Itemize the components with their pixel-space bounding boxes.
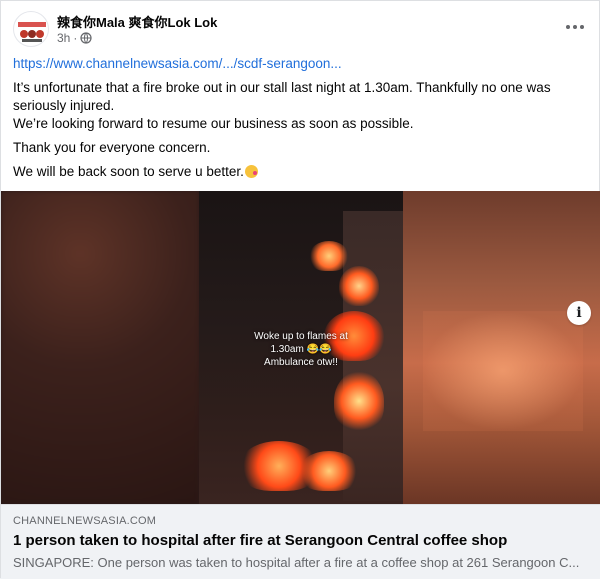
fire-glow: [299, 451, 359, 491]
post-media[interactable]: Woke up to flames at 1.30am 😂😂 Ambulance…: [1, 191, 600, 504]
post-card: 辣食你Mala 爽食你Lok Lok 3h · https://www.chan…: [0, 0, 600, 579]
post-header: 辣食你Mala 爽食你Lok Lok 3h ·: [13, 11, 587, 47]
video-frame[interactable]: Woke up to flames at 1.30am 😂😂 Ambulance…: [199, 191, 403, 504]
more-options-button[interactable]: [563, 17, 587, 37]
link-domain: CHANNELNEWSASIA.COM: [13, 515, 157, 527]
link-summary: SINGAPORE: One person was taken to hospi…: [13, 555, 580, 570]
fire-glow: [334, 371, 384, 431]
paragraph-1-line-1: It’s unfortunate that a fire broke out i…: [13, 80, 551, 95]
video-caption-line-3: Ambulance otw!!: [264, 357, 338, 368]
post-text: https://www.channelnewsasia.com/.../scdf…: [13, 55, 589, 181]
globe-icon: [80, 32, 92, 44]
post-time[interactable]: 3h: [57, 31, 70, 45]
paragraph-3: We will be back soon to serve u better.: [13, 164, 244, 179]
link-preview[interactable]: CHANNELNEWSASIA.COM 1 person taken to ho…: [1, 504, 600, 579]
kissing-face-emoji-icon: [244, 165, 258, 178]
post-meta: 3h ·: [57, 31, 92, 45]
page-avatar[interactable]: [13, 11, 49, 47]
link-headline[interactable]: 1 person taken to hospital after fire at…: [13, 532, 507, 549]
blurred-background-left: [1, 191, 199, 504]
post-link[interactable]: https://www.channelnewsasia.com/.../scdf…: [13, 56, 342, 71]
fire-glow: [309, 241, 349, 271]
more-dots-icon: [566, 25, 570, 29]
blurred-background-right: [403, 191, 600, 504]
fire-glow: [339, 266, 379, 306]
video-caption-line-2: 1.30am 😂😂: [270, 344, 332, 355]
info-icon[interactable]: i: [567, 301, 591, 325]
paragraph-2: Thank you for everyone concern.: [13, 140, 211, 155]
page-name[interactable]: 辣食你Mala 爽食你Lok Lok: [57, 12, 217, 31]
paragraph-1-line-3: We’re looking forward to resume our busi…: [13, 116, 414, 131]
paragraph-1-line-2: seriously injured.: [13, 98, 115, 113]
video-caption: Woke up to flames at 1.30am 😂😂 Ambulance…: [199, 330, 403, 369]
video-caption-line-1: Woke up to flames at: [254, 331, 348, 342]
